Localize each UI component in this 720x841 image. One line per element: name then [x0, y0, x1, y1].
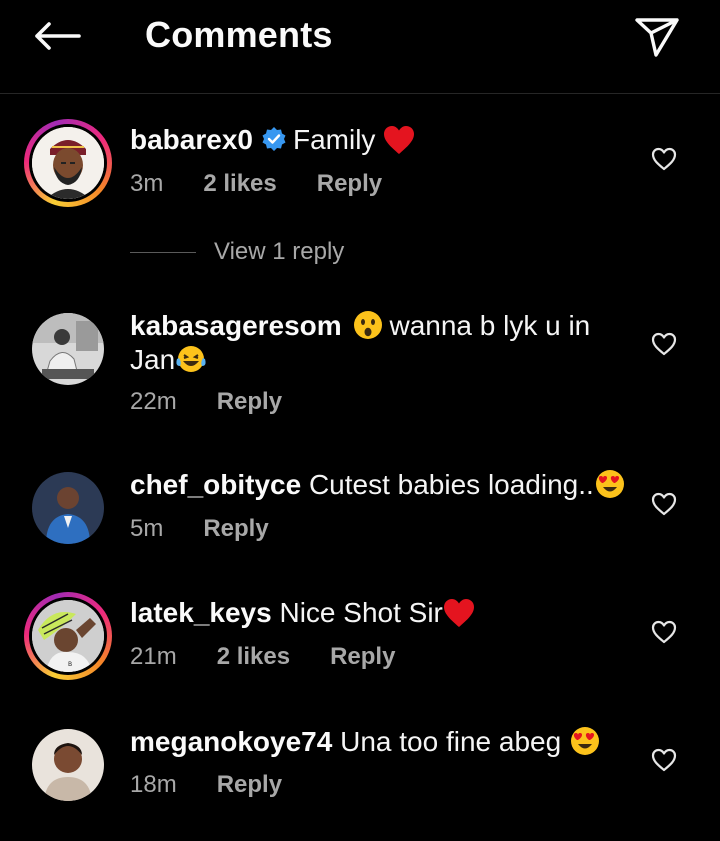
comment-text: Nice Shot Sir [279, 597, 443, 628]
heart-eyes-face-icon [594, 469, 626, 499]
comment-timestamp: 22m [130, 388, 177, 415]
avatar-photo-icon [32, 729, 104, 801]
heart-outline-icon [651, 332, 677, 356]
avatar [32, 127, 104, 199]
comment-text-continued: Jan [130, 344, 176, 375]
avatar[interactable] [32, 313, 104, 385]
back-button[interactable] [30, 14, 84, 58]
share-button[interactable] [630, 10, 684, 64]
heart-outline-icon [651, 748, 677, 772]
comment-timestamp: 21m [130, 643, 177, 670]
avatar[interactable] [32, 472, 104, 544]
avatar-story-ring[interactable] [24, 119, 112, 207]
like-button[interactable] [648, 744, 680, 776]
avatar[interactable] [32, 729, 104, 801]
svg-text:B: B [68, 661, 72, 668]
red-heart-icon [443, 598, 475, 628]
comment-timestamp: 5m [130, 515, 164, 542]
avatar-story-ring[interactable]: B [24, 592, 112, 680]
avatar-photo-icon [32, 472, 104, 544]
divider-line [130, 251, 196, 253]
like-button[interactable] [648, 143, 680, 175]
avatar-photo-icon [32, 313, 104, 385]
like-button[interactable] [648, 328, 680, 360]
like-button[interactable] [648, 488, 680, 520]
comment-likes[interactable]: 2 likes [217, 643, 290, 671]
avatar: B [32, 600, 104, 672]
comment-username[interactable]: chef_obityce [130, 469, 301, 500]
reply-button[interactable]: Reply [203, 515, 268, 543]
heart-eyes-face-icon [569, 726, 601, 756]
view-replies-button[interactable]: View 1 reply [130, 238, 344, 266]
comment-username[interactable]: meganokoye74 [130, 726, 332, 757]
arrow-left-icon [35, 22, 81, 50]
avatar-cartoon-icon [32, 127, 104, 199]
comment-username[interactable]: babarex0 [130, 124, 253, 155]
page-title: Comments [145, 14, 333, 55]
reply-button[interactable]: Reply [217, 771, 282, 799]
reply-button[interactable]: Reply [317, 170, 382, 198]
comment-timestamp: 3m [130, 170, 164, 197]
comment-text: wanna b lyk u in [389, 310, 591, 341]
reply-button[interactable]: Reply [217, 388, 282, 416]
red-heart-icon [383, 125, 415, 155]
heart-outline-icon [651, 147, 677, 171]
comment-username[interactable]: kabasageresom [130, 310, 342, 341]
astonished-face-icon [353, 310, 383, 340]
comment-timestamp: 18m [130, 771, 177, 798]
comment-text: Una too fine abeg [340, 726, 562, 757]
avatar-photo-icon: B [32, 600, 104, 672]
like-button[interactable] [648, 616, 680, 648]
send-icon [635, 18, 679, 57]
reply-button[interactable]: Reply [330, 643, 395, 671]
comment-likes[interactable]: 2 likes [203, 170, 276, 198]
laughing-tears-face-icon [175, 344, 207, 374]
heart-outline-icon [651, 492, 677, 516]
heart-outline-icon [651, 620, 677, 644]
comment-text: Family [292, 124, 376, 155]
view-replies-label: View 1 reply [214, 238, 345, 265]
comment-username[interactable]: latek_keys [130, 597, 272, 628]
comments-header: Comments [0, 0, 720, 94]
verified-badge-icon [261, 126, 287, 160]
comment-text: Cutest babies loading.. [308, 469, 594, 500]
